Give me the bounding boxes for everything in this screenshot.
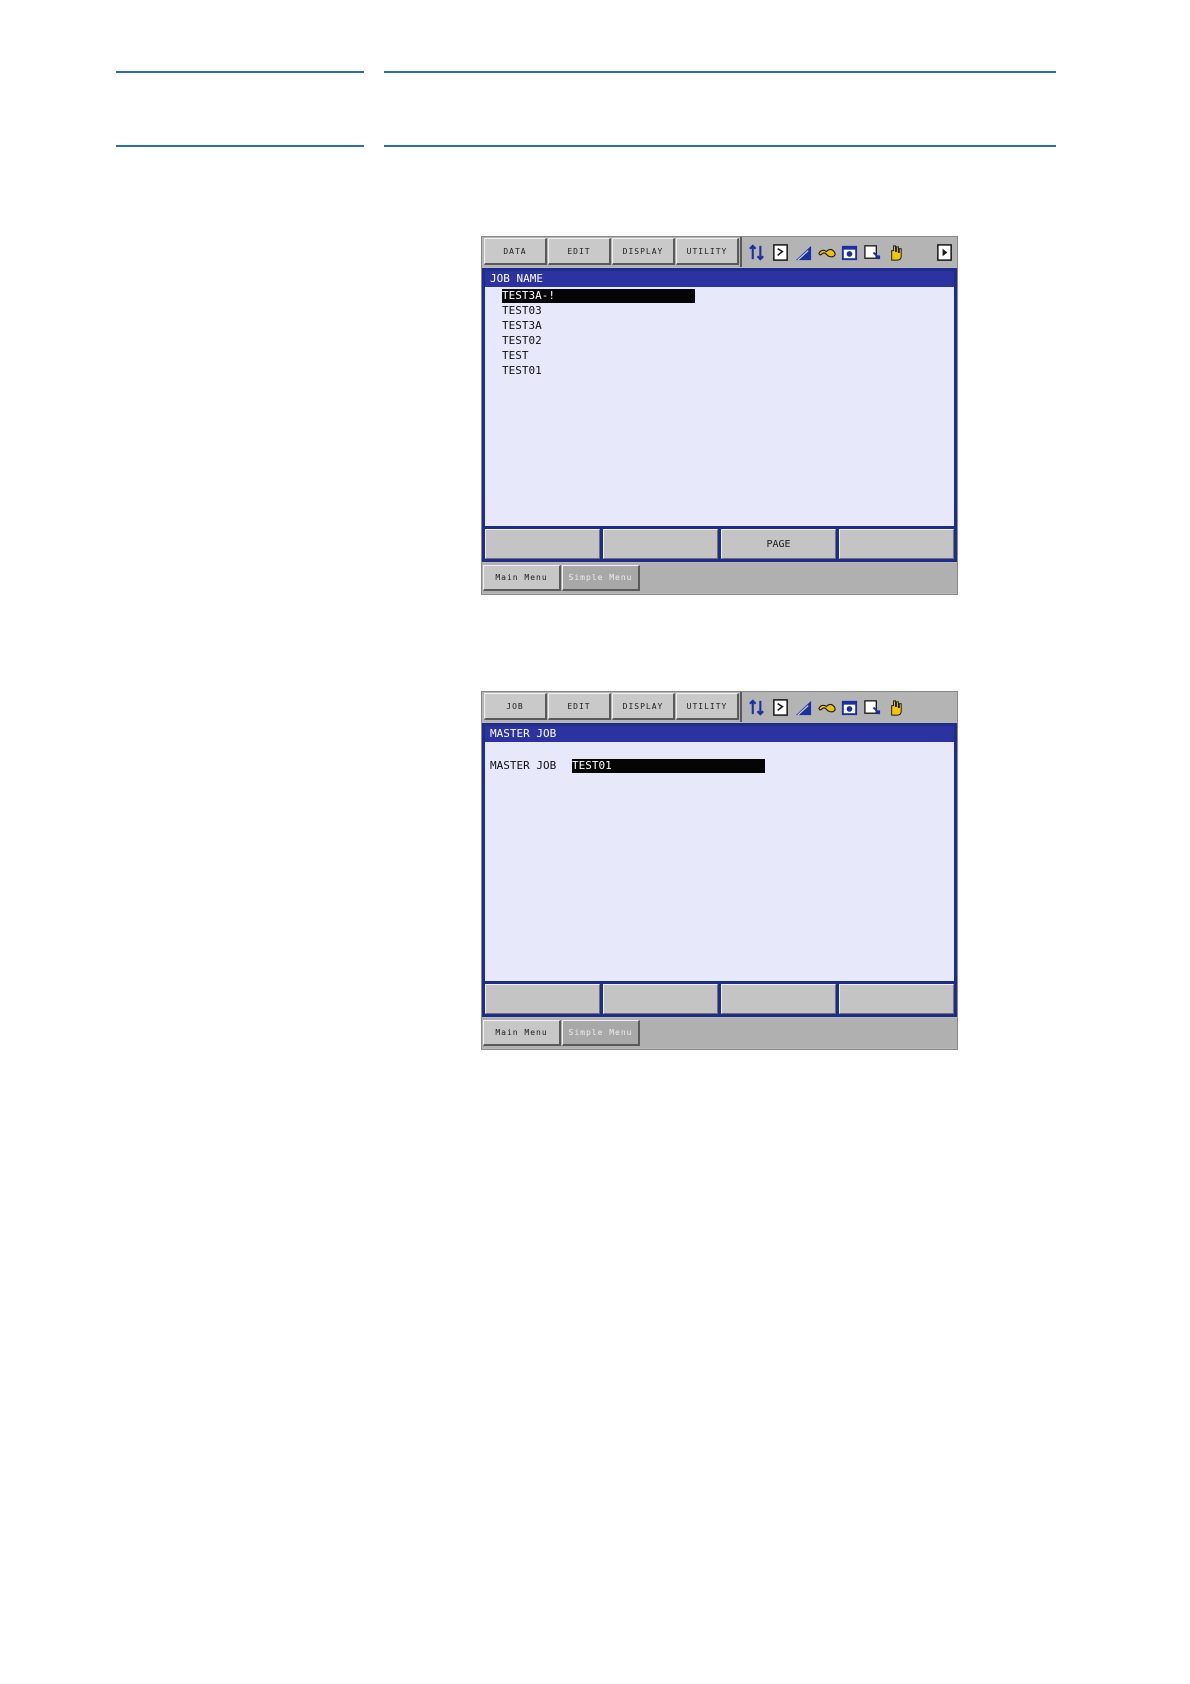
menu-edit[interactable]: EDIT	[548, 238, 611, 265]
job-item[interactable]: TEST	[502, 349, 529, 363]
robot-icon	[818, 248, 836, 257]
signal-icon	[795, 700, 812, 716]
hand-icon	[891, 699, 902, 716]
function-key-bar	[482, 981, 957, 1017]
calendar-icon	[841, 245, 858, 260]
menu-utility[interactable]: UTILITY	[676, 693, 739, 720]
panel-title: MASTER JOB	[485, 726, 954, 742]
top-menu-bar: DATA EDIT DISPLAY UTILITY	[482, 237, 957, 267]
menu-display[interactable]: DISPLAY	[612, 693, 675, 720]
function-key-4[interactable]	[839, 529, 954, 559]
menu-data[interactable]: DATA	[484, 238, 547, 265]
header-rule-right-bottom	[384, 145, 1056, 147]
header-rule-right-top	[384, 71, 1056, 73]
function-key-4[interactable]	[839, 984, 954, 1014]
menu-display[interactable]: DISPLAY	[612, 238, 675, 265]
function-key-3[interactable]	[721, 984, 836, 1014]
header-rule-left-bottom	[116, 145, 364, 147]
master-job-label: MASTER JOB	[490, 759, 557, 772]
job-item-selected[interactable]: TEST3A-!	[502, 289, 695, 303]
edit-cursor-icon	[864, 244, 881, 259]
edit-cursor-icon	[864, 699, 881, 714]
job-item[interactable]: TEST02	[502, 334, 542, 348]
job-name-screen: DATA EDIT DISPLAY UTILITY JOB NAME TEST3…	[481, 236, 958, 595]
master-job-panel: MASTER JOB MASTER JOB TEST01	[482, 723, 957, 985]
header-rule-left-top	[116, 71, 364, 73]
sort-arrows-icon	[749, 243, 764, 261]
menu-edit[interactable]: EDIT	[548, 693, 611, 720]
sort-arrows-icon	[749, 698, 764, 716]
simple-menu-button[interactable]: Simple Menu	[562, 565, 640, 591]
function-key-2[interactable]	[603, 984, 718, 1014]
master-job-screen: JOB EDIT DISPLAY UTILITY MASTER JOB MAST…	[481, 691, 958, 1050]
job-item[interactable]: TEST03	[502, 304, 542, 318]
signal-icon	[795, 245, 812, 261]
main-menu-button[interactable]: Main Menu	[483, 565, 561, 591]
status-icon-bar	[740, 237, 956, 267]
function-key-bar: PAGE	[482, 526, 957, 562]
function-key-1[interactable]	[485, 529, 600, 559]
page-arrow-icon[interactable]	[935, 243, 954, 262]
robot-icon	[818, 703, 836, 712]
job-item[interactable]: TEST3A	[502, 319, 542, 333]
calendar-icon	[841, 700, 858, 715]
page-button[interactable]: PAGE	[721, 529, 836, 559]
job-list-panel: JOB NAME TEST3A-! TEST03 TEST3A TEST02 T…	[482, 268, 957, 530]
document-icon	[773, 698, 788, 716]
job-item[interactable]: TEST01	[502, 364, 542, 378]
menu-job[interactable]: JOB	[484, 693, 547, 720]
bottom-bar: Main Menu Simple Menu	[482, 1018, 957, 1048]
hand-icon	[891, 244, 902, 261]
bottom-bar: Main Menu Simple Menu	[482, 563, 957, 593]
menu-utility[interactable]: UTILITY	[676, 238, 739, 265]
function-key-2[interactable]	[603, 529, 718, 559]
panel-title: JOB NAME	[485, 271, 954, 287]
document-icon	[773, 243, 788, 261]
master-job-field[interactable]: TEST01	[572, 759, 765, 773]
top-menu-bar: JOB EDIT DISPLAY UTILITY	[482, 692, 957, 722]
function-key-1[interactable]	[485, 984, 600, 1014]
status-icon-bar	[740, 692, 956, 722]
simple-menu-button[interactable]: Simple Menu	[562, 1020, 640, 1046]
main-menu-button[interactable]: Main Menu	[483, 1020, 561, 1046]
